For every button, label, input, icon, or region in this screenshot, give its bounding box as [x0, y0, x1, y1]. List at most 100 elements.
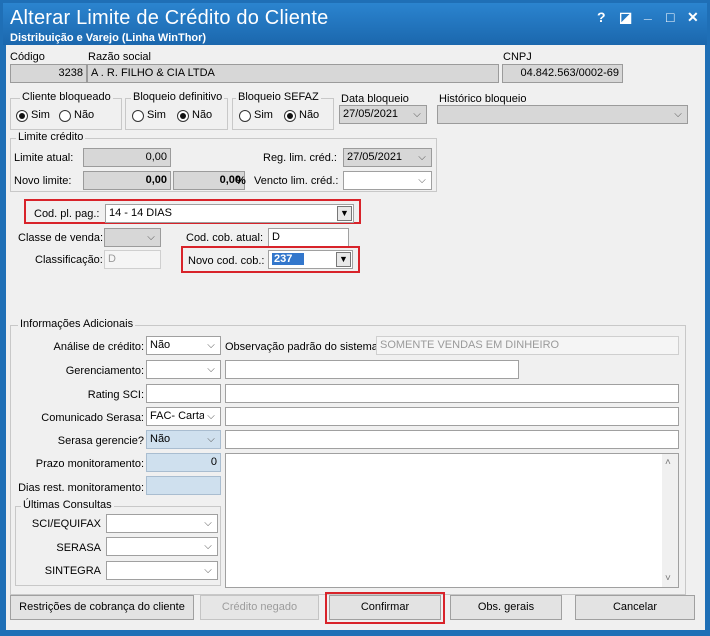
- classificacao-field: D: [104, 250, 161, 269]
- novo-cod-cob-label: Novo cod. cob.:: [188, 255, 265, 267]
- chevron-down-icon[interactable]: ⌵: [415, 172, 429, 189]
- chevron-down-icon[interactable]: ⌵: [144, 229, 158, 246]
- chevron-down-icon[interactable]: ˅: [665, 573, 671, 584]
- window-title: Alterar Limite de Crédito do Cliente: [10, 7, 329, 29]
- cnpj-field: 04.842.563/0002-69: [502, 64, 623, 83]
- rating-sci-label: Rating SCI:: [87, 389, 144, 401]
- cliente-bloqueado-nao-radio[interactable]: [59, 110, 71, 122]
- bloqueio-definitivo-sim-radio[interactable]: [132, 110, 144, 122]
- chevron-down-icon[interactable]: ▼: [336, 252, 351, 267]
- data-bloqueio-value: 27/05/2021: [343, 108, 399, 120]
- serasa-select[interactable]: ⌵: [106, 537, 218, 556]
- cod-cob-atual-field: D: [268, 228, 349, 247]
- novo-limite-label: Novo limite:: [14, 175, 72, 187]
- comunicado-serasa-value: FAC- Carta: [150, 410, 206, 422]
- comunicado-serasa-label: Comunicado Serasa:: [41, 412, 144, 424]
- serasa-gerencie-obs-field[interactable]: [225, 430, 679, 449]
- chevron-down-icon[interactable]: ⌵: [204, 361, 218, 378]
- prazo-monitoramento-field: 0: [146, 453, 221, 472]
- cod-pl-pag-label: Cod. pl. pag.:: [34, 208, 100, 220]
- dialog-body: Código 3238 Razão social A . R. FILHO & …: [6, 45, 705, 630]
- classe-venda-select[interactable]: ⌵: [104, 228, 161, 247]
- title-bar[interactable]: Alterar Limite de Crédito do Cliente Dis…: [3, 3, 707, 45]
- reg-lim-cred-field[interactable]: 27/05/2021 ⌵: [343, 148, 432, 167]
- bloqueio-definitivo-sim-label: Sim: [147, 109, 166, 121]
- reg-lim-cred-label: Reg. lim. créd.:: [263, 152, 337, 164]
- cliente-bloqueado-label: Cliente bloqueado: [20, 91, 113, 103]
- limite-atual-field: 0,00: [83, 148, 171, 167]
- chevron-down-icon[interactable]: ⌵: [410, 106, 424, 123]
- maximize-icon[interactable]: □: [666, 9, 674, 25]
- cod-pl-pag-select[interactable]: 14 - 14 DIAS ▼: [105, 204, 354, 223]
- bloqueio-sefaz-sim-radio[interactable]: [239, 110, 251, 122]
- classificacao-label: Classificação:: [35, 254, 103, 266]
- restricoes-cobranca-button[interactable]: Restrições de cobrança do cliente: [10, 595, 194, 620]
- chevron-down-icon[interactable]: ▼: [337, 206, 352, 221]
- chevron-down-icon[interactable]: ⌵: [671, 106, 685, 123]
- obs-gerais-button[interactable]: Obs. gerais: [450, 595, 562, 620]
- bloqueio-definitivo-nao-label: Não: [192, 109, 213, 121]
- analise-credito-label: Análise de crédito:: [53, 341, 145, 353]
- vencto-lim-cred-field[interactable]: ⌵: [343, 171, 432, 190]
- ultimas-consultas-title: Últimas Consultas: [21, 499, 114, 511]
- serasa-gerencie-select[interactable]: Não ⌵: [146, 430, 221, 449]
- data-bloqueio-field[interactable]: 27/05/2021 ⌵: [339, 105, 427, 124]
- analise-credito-value: Não: [150, 339, 171, 351]
- analise-credito-select[interactable]: Não ⌵: [146, 336, 221, 355]
- bloqueio-definitivo-label: Bloqueio definitivo: [131, 91, 225, 103]
- bloqueio-sefaz-label: Bloqueio SEFAZ: [236, 91, 321, 103]
- bloqueio-sefaz-nao-radio[interactable]: [284, 110, 296, 122]
- sintegra-select[interactable]: ⌵: [106, 561, 218, 580]
- razao-field: A . R. FILHO & CIA LTDA: [87, 64, 499, 83]
- gerenciamento-select[interactable]: ⌵: [146, 360, 221, 379]
- sci-equifax-label: SCI/EQUIFAX: [31, 518, 101, 530]
- help-icon[interactable]: ?: [597, 9, 606, 25]
- confirmar-button[interactable]: Confirmar: [329, 595, 441, 620]
- classe-venda-label: Classe de venda:: [18, 232, 103, 244]
- gerenciamento-obs-field[interactable]: [225, 360, 519, 379]
- historico-bloqueio-select[interactable]: ⌵: [437, 105, 688, 124]
- limite-credito-title: Limite crédito: [16, 131, 86, 143]
- obs-padrao-label: Observação padrão do sistema:: [225, 341, 381, 353]
- bloqueio-definitivo-nao-radio[interactable]: [177, 110, 189, 122]
- chevron-down-icon[interactable]: ⌵: [204, 408, 218, 425]
- novo-limite-field[interactable]: 0,00: [83, 171, 171, 190]
- limite-atual-label: Limite atual:: [14, 152, 74, 164]
- prazo-monitoramento-label: Prazo monitoramento:: [35, 458, 144, 470]
- close-icon[interactable]: ✕: [687, 9, 699, 26]
- restore-icon[interactable]: ◪: [619, 9, 632, 26]
- novo-cod-cob-select[interactable]: 237 ▼: [268, 250, 353, 269]
- novo-limite-percent-field[interactable]: 0,00: [173, 171, 245, 190]
- obs-padrao-field: SOMENTE VENDAS EM DINHEIRO: [376, 336, 679, 355]
- codigo-field: 3238: [10, 64, 87, 83]
- chevron-down-icon[interactable]: ⌵: [204, 337, 218, 354]
- app-window: Alterar Limite de Crédito do Cliente Dis…: [0, 0, 710, 636]
- sintegra-label: SINTEGRA: [44, 565, 101, 577]
- vencto-lim-cred-label: Vencto lim. créd.:: [254, 175, 339, 187]
- sci-equifax-select[interactable]: ⌵: [106, 514, 218, 533]
- bloqueio-sefaz-nao-label: Não: [299, 109, 320, 121]
- memo-scrollbar[interactable]: ˄ ˅: [662, 454, 678, 587]
- chevron-down-icon[interactable]: ⌵: [204, 431, 218, 448]
- minimize-icon[interactable]: _: [644, 5, 652, 21]
- razao-label: Razão social: [88, 51, 151, 63]
- chevron-down-icon[interactable]: ⌵: [201, 562, 215, 579]
- observacoes-memo[interactable]: ˄ ˅: [225, 453, 679, 588]
- percent-symbol: %: [236, 175, 246, 187]
- chevron-down-icon[interactable]: ⌵: [201, 538, 215, 555]
- rating-sci-field[interactable]: [146, 384, 221, 403]
- comunicado-serasa-select[interactable]: FAC- Carta ⌵: [146, 407, 221, 426]
- cliente-bloqueado-sim-label: Sim: [31, 109, 50, 121]
- chevron-down-icon[interactable]: ⌵: [201, 515, 215, 532]
- rating-sci-obs-field[interactable]: [225, 384, 679, 403]
- codigo-label: Código: [10, 51, 45, 63]
- chevron-down-icon[interactable]: ⌵: [415, 149, 429, 166]
- chevron-up-icon[interactable]: ˄: [665, 457, 671, 468]
- serasa-gerencie-label: Serasa gerencie?: [57, 435, 144, 447]
- historico-bloqueio-label: Histórico bloqueio: [439, 93, 527, 105]
- comunicado-serasa-obs-field[interactable]: [225, 407, 679, 426]
- cancelar-button[interactable]: Cancelar: [575, 595, 695, 620]
- data-bloqueio-label: Data bloqueio: [341, 93, 409, 105]
- cliente-bloqueado-sim-radio[interactable]: [16, 110, 28, 122]
- credito-negado-button[interactable]: Crédito negado: [200, 595, 319, 620]
